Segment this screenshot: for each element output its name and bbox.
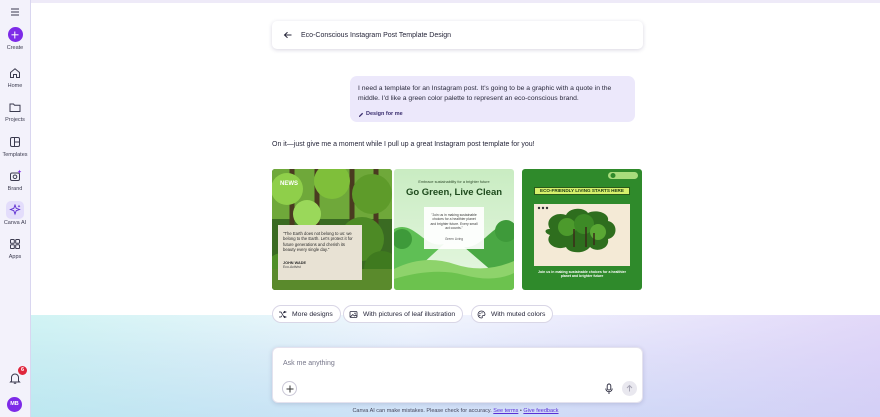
suggestion-leaf-illustration[interactable]: With pictures of leaf illustration	[343, 305, 464, 323]
sidebar-item-brand[interactable]: Brand	[0, 169, 30, 192]
design-icon	[359, 112, 364, 117]
templates-icon	[10, 137, 20, 147]
template-card-2[interactable]: Embrace sustainability for a brighter fu…	[394, 169, 514, 290]
footer-disclaimer: Canva AI can make mistakes. Please check…	[31, 408, 880, 414]
user-message-bubble: I need a template for an Instagram post.…	[350, 76, 635, 122]
ai-response-text: On it—just give me a moment while I pull…	[272, 141, 535, 148]
conversation-title-bar: Eco-Conscious Instagram Post Template De…	[272, 21, 643, 49]
add-attachment-button[interactable]	[282, 381, 297, 396]
top-divider	[31, 0, 880, 3]
main-area: Eco-Conscious Instagram Post Template De…	[31, 0, 880, 417]
template-card-3[interactable]: ECO-FRIENDLY LIVING STARTS HERE Join us …	[522, 169, 642, 290]
template-1-quote-card: "The Earth does not belong to us: we bel…	[278, 225, 362, 280]
sidebar-item-apps[interactable]: Apps	[0, 237, 30, 260]
separator: •	[519, 408, 522, 414]
shuffle-icon	[279, 310, 287, 318]
image-icon	[349, 310, 358, 318]
design-for-me-chip: Design for me	[358, 111, 403, 117]
sidebar-item-label: Home	[7, 83, 23, 89]
active-indicator	[6, 201, 24, 219]
template-2-body: "Join us in making sustainable choices f…	[430, 213, 478, 231]
sidebar-item-label: Brand	[7, 186, 23, 192]
sidebar-item-label: Projects	[5, 117, 25, 123]
back-arrow-icon[interactable]	[283, 30, 293, 40]
avatar[interactable]: MB	[7, 397, 22, 412]
sidebar-item-label: Canva AI	[3, 220, 27, 226]
send-button[interactable]	[622, 381, 637, 396]
sidebar-item-home[interactable]: Home	[0, 66, 30, 89]
sidebar-item-projects[interactable]: Projects	[0, 100, 30, 123]
sidebar: Create Home Projects Templates Brand Can…	[0, 0, 31, 417]
give-feedback-link[interactable]: Give feedback	[523, 408, 558, 414]
page-title: Eco-Conscious Instagram Post Template De…	[301, 31, 452, 39]
template-card-1[interactable]: NEWS "The Earth does not belong to us: w…	[272, 169, 392, 290]
template-2-headline: Go Green, Live Clean	[405, 187, 503, 198]
sidebar-item-canva-ai[interactable]: Canva AI	[0, 201, 30, 226]
template-2-sign: Green Living	[444, 237, 464, 241]
template-2-small-text: Embrace sustainability for a brighter fu…	[418, 180, 490, 184]
sidebar-item-label: Create	[6, 45, 24, 51]
disclaimer-text: Canva AI can make mistakes. Please check…	[352, 408, 492, 414]
sidebar-item-label: Templates	[2, 152, 28, 158]
microphone-icon[interactable]	[604, 383, 614, 395]
plus-icon	[7, 27, 23, 42]
sparkle-icon	[9, 204, 21, 216]
folder-icon	[9, 103, 21, 112]
suggestion-label: With pictures of leaf illustration	[363, 310, 456, 318]
chat-input-placeholder[interactable]: Ask me anything	[283, 360, 335, 367]
see-terms-link[interactable]: See terms	[493, 408, 518, 414]
template-3-banner: ECO-FRIENDLY LIVING STARTS HERE	[534, 187, 630, 195]
arrow-up-icon	[626, 384, 633, 392]
chat-input-box[interactable]: Ask me anything	[272, 347, 643, 403]
hamburger-menu-icon[interactable]	[9, 6, 21, 18]
suggestion-more-designs[interactable]: More designs	[272, 305, 341, 323]
apps-icon	[10, 239, 20, 249]
home-icon	[10, 68, 20, 78]
template-1-quote: "The Earth does not belong to us: we bel…	[283, 231, 353, 253]
sidebar-item-label: Apps	[8, 254, 22, 260]
suggestion-label: With muted colors	[491, 310, 546, 318]
user-message-text: I need a template for an Instagram post.…	[358, 85, 612, 102]
template-3-caption: Join us in making sustainable choices fo…	[538, 270, 626, 279]
palette-icon	[477, 310, 486, 318]
notification-count-badge: 6	[18, 366, 27, 375]
brand-icon	[10, 169, 22, 181]
template-1-role: Eco-Activist	[283, 264, 301, 269]
sidebar-item-templates[interactable]: Templates	[0, 135, 30, 158]
chip-label: Design for me	[366, 111, 403, 117]
suggestion-label: More designs	[292, 310, 333, 318]
suggestion-muted-colors[interactable]: With muted colors	[471, 305, 554, 323]
template-1-header: NEWS	[280, 181, 298, 187]
sidebar-item-create[interactable]: Create	[0, 27, 30, 51]
